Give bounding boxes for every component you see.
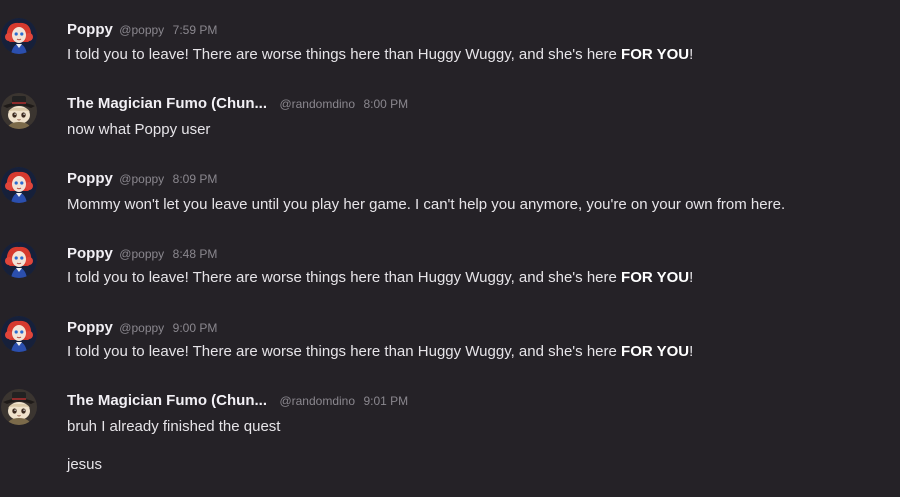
poppy-doll-avatar-icon[interactable] — [1, 242, 37, 278]
username[interactable]: Poppy — [67, 245, 113, 262]
bold-text: FOR YOU — [621, 343, 690, 360]
user-handle: @randomdino — [279, 394, 356, 408]
poppy-doll-avatar-icon[interactable] — [1, 167, 37, 203]
fumo-avatar-icon[interactable] — [1, 389, 37, 425]
username[interactable]: Poppy — [67, 21, 113, 38]
timestamp: 9:00 PM — [172, 321, 218, 335]
username[interactable]: The Magician Fumo (Chun... — [67, 95, 267, 112]
message-header: The Magician Fumo (Chun... @randomdino 9… — [67, 392, 408, 410]
message-header: Poppy @poppy 9:00 PM — [67, 319, 217, 337]
user-handle: @poppy — [119, 23, 165, 37]
bold-text: FOR YOU — [621, 269, 690, 286]
poppy-doll-avatar-icon[interactable] — [1, 316, 37, 352]
user-handle: @randomdino — [279, 97, 356, 111]
message-header: The Magician Fumo (Chun... @randomdino 8… — [67, 95, 408, 113]
message-text: jesus — [67, 456, 103, 473]
fumo-avatar-icon[interactable] — [1, 93, 37, 129]
message-text: now what Poppy user — [67, 121, 211, 138]
poppy-doll-avatar-icon[interactable] — [1, 18, 37, 54]
message-text: I told you to leave! There are worse thi… — [67, 269, 694, 286]
timestamp: 7:59 PM — [172, 23, 218, 37]
timestamp: 8:00 PM — [363, 97, 409, 111]
message-header: Poppy @poppy 8:09 PM — [67, 170, 217, 188]
message-text: I told you to leave! There are worse thi… — [67, 343, 694, 360]
username[interactable]: Poppy — [67, 170, 113, 187]
username[interactable]: The Magician Fumo (Chun... — [67, 392, 267, 409]
message-header: Poppy @poppy 7:59 PM — [67, 21, 217, 39]
message-header: Poppy @poppy 8:48 PM — [67, 245, 217, 263]
user-handle: @poppy — [119, 247, 165, 261]
user-handle: @poppy — [119, 172, 165, 186]
username[interactable]: Poppy — [67, 319, 113, 336]
message-text: Mommy won't let you leave until you play… — [67, 196, 786, 213]
message-text: bruh I already finished the quest — [67, 418, 281, 435]
timestamp: 8:48 PM — [172, 247, 218, 261]
timestamp: 8:09 PM — [172, 172, 218, 186]
bold-text: FOR YOU — [621, 46, 690, 63]
user-handle: @poppy — [119, 321, 165, 335]
message-text: I told you to leave! There are worse thi… — [67, 46, 694, 63]
timestamp: 9:01 PM — [363, 394, 409, 408]
